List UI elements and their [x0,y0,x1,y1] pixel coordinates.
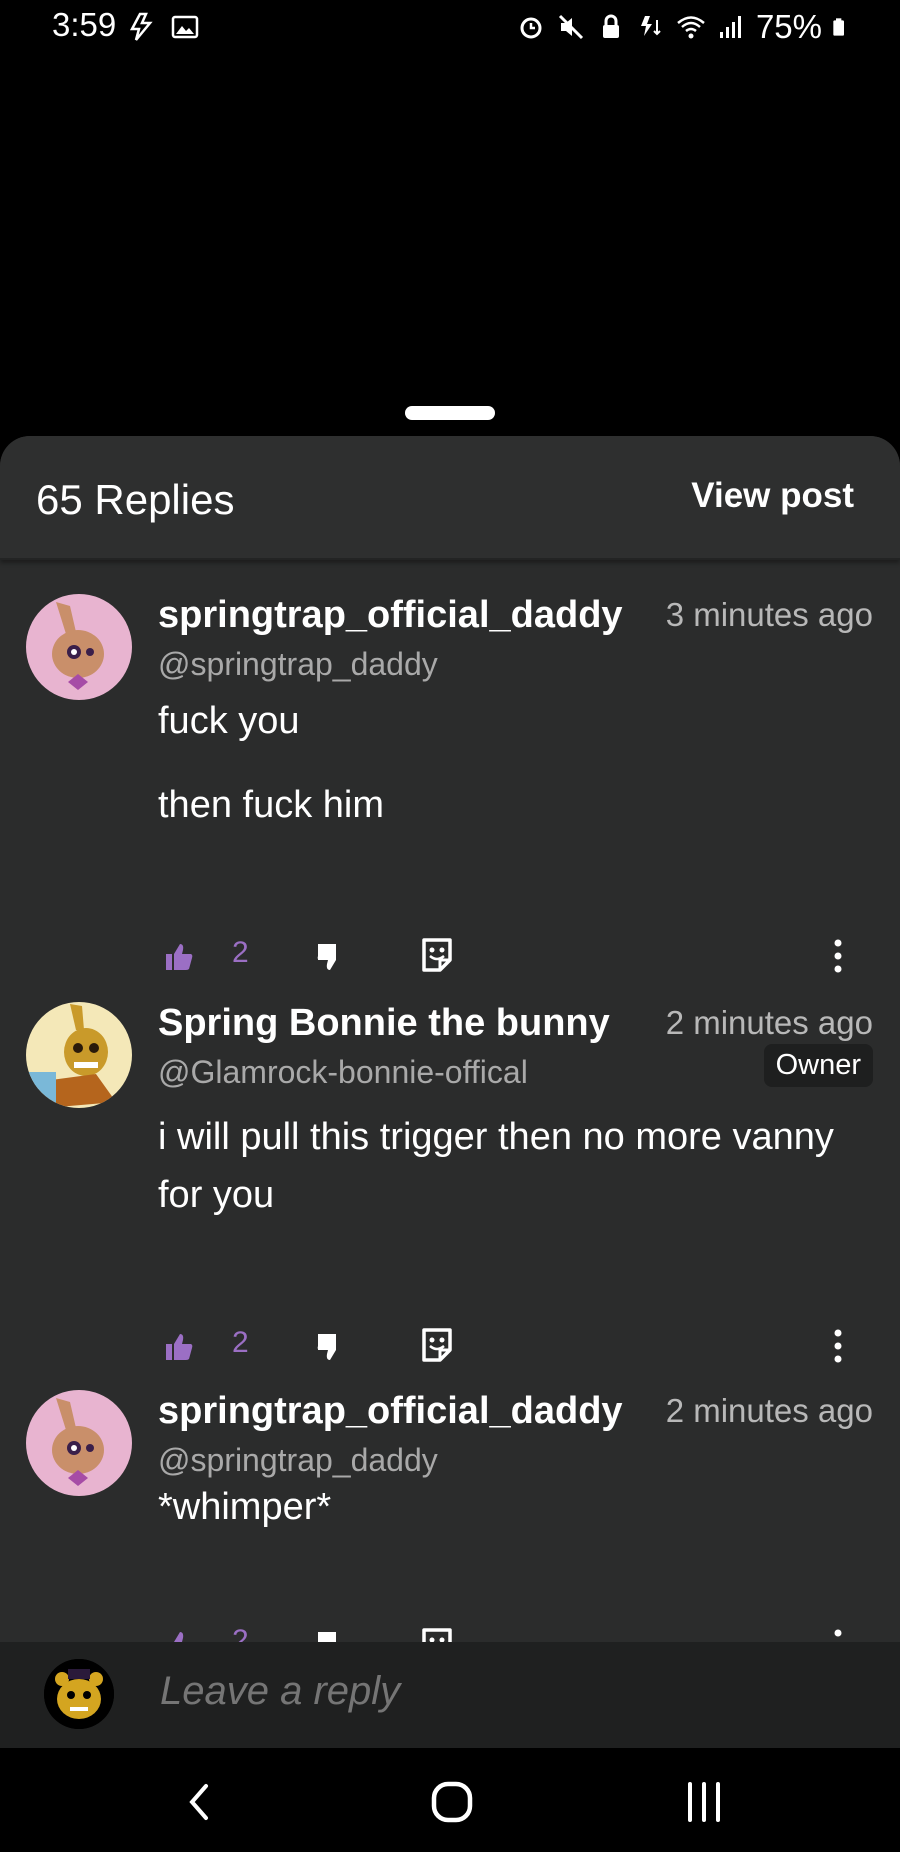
avatar[interactable] [26,1390,132,1496]
avatar[interactable] [26,1002,132,1108]
springtrap-avatar-icon [26,594,132,700]
battery-percent: 75% [755,8,822,45]
comment-actions: 2 [0,1326,900,1382]
avatar[interactable] [26,594,132,700]
thumbs-up-icon[interactable] [164,942,194,972]
spring-bonnie-avatar-icon [26,1002,132,1108]
more-options-icon[interactable] [834,1328,842,1364]
system-nav-bar [0,1748,900,1852]
signal-icon [719,16,741,38]
alarm-icon [520,17,542,39]
comment-username[interactable]: springtrap_official_daddy [158,594,636,637]
comment-username[interactable]: Spring Bonnie the bunny [158,1002,636,1045]
springtrap-avatar-icon [26,1390,132,1496]
avatar[interactable] [44,1659,114,1729]
like-count: 2 [232,936,249,969]
comment-actions: 2 [0,936,900,992]
status-right: 75% [516,8,852,46]
comment-body: i will pull this trigger then no more va… [158,1108,858,1250]
comment-handle[interactable]: @springtrap_daddy [158,1442,438,1479]
flash-icon [129,12,153,41]
comment-line: i will pull this trigger then no more va… [158,1116,834,1216]
comment-timestamp: 3 minutes ago [665,596,873,633]
wifi-icon [677,16,705,39]
data-icon [640,16,661,36]
comment-username[interactable]: springtrap_official_daddy [158,1390,636,1433]
comment-line: fuck you [158,700,300,742]
more-options-icon[interactable] [834,938,842,974]
reply-bar [0,1642,900,1748]
comment-line: *whimper* [158,1486,332,1528]
recents-icon[interactable] [680,1778,728,1826]
golden-freddy-avatar-icon [44,1659,114,1729]
comment-body: *whimper* [158,1478,331,1562]
thumbs-down-icon[interactable] [316,1332,346,1362]
sticker-reply-icon[interactable] [420,936,454,974]
comment-item: springtrap_official_daddy 3 minutes ago … [0,594,900,973]
like-count: 2 [232,1326,249,1359]
image-icon [171,15,199,39]
owner-badge: Owner [763,1044,873,1087]
comment-body: fuck you then fuck him [158,692,384,860]
home-icon[interactable] [428,1778,476,1826]
comment-timestamp: 2 minutes ago [665,1004,873,1041]
battery-icon [833,18,844,36]
reply-input[interactable] [158,1668,842,1715]
comment-handle[interactable]: @Glamrock-bonnie-offical [158,1054,528,1091]
sticker-reply-icon[interactable] [420,1326,454,1364]
thumbs-up-icon[interactable] [164,1332,194,1362]
comment-handle[interactable]: @springtrap_daddy [158,646,438,683]
status-left-icons [126,12,200,42]
status-time: 3:59 [52,6,117,43]
lock-icon [602,14,619,38]
back-icon[interactable] [176,1778,224,1826]
comment-timestamp: 2 minutes ago [665,1392,873,1429]
replies-sheet: 65 Replies View post springtrap_official… [0,436,900,1748]
mute-icon [558,14,583,40]
replies-count-title: 65 Replies [36,476,235,523]
sheet-header: 65 Replies View post [0,436,900,560]
comment-line: then fuck him [158,784,384,826]
view-post-button[interactable]: View post [691,476,854,516]
thumbs-down-icon[interactable] [316,942,346,972]
sheet-drag-handle[interactable] [405,406,495,420]
status-bar: 3:59 75% [0,0,900,56]
comment-item: Spring Bonnie the bunny 2 minutes ago @G… [0,1002,900,1363]
